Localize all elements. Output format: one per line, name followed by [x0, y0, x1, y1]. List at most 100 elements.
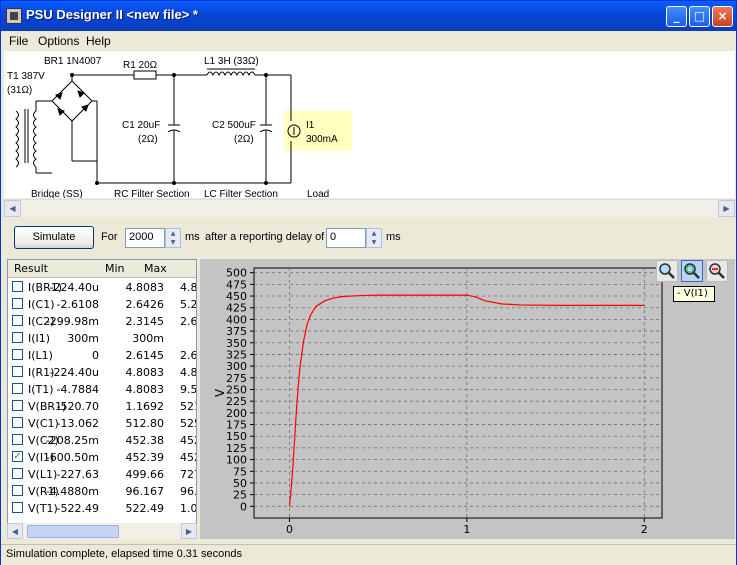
- result-checkbox[interactable]: ✓: [12, 451, 23, 462]
- title-bar[interactable]: PSU Designer II <new file> * _ □ ×: [1, 1, 736, 31]
- scroll-right-arrow[interactable]: ▶: [718, 200, 735, 217]
- scroll-thumb[interactable]: [27, 525, 119, 538]
- scroll-right-arrow[interactable]: ▶: [181, 523, 197, 539]
- result-max: 2.3145: [125, 315, 165, 328]
- app-icon[interactable]: [6, 8, 22, 24]
- result-min: -4.4880m: [45, 485, 99, 498]
- zoom-out-button[interactable]: [706, 260, 728, 282]
- schematic-view[interactable]: T1 387V (31Ω) BR1 1N4007 R1 20Ω L1 3H (3…: [4, 51, 735, 200]
- delay-spinner[interactable]: ▲ ▼: [366, 228, 382, 248]
- spin-up-icon[interactable]: ▲: [166, 229, 180, 238]
- result-row[interactable]: I(R1) -224.40u 4.8083 4.8: [8, 364, 196, 381]
- result-row[interactable]: V(L1)-227.63 499.66 727: [8, 466, 196, 483]
- scroll-left-arrow[interactable]: ◀: [4, 200, 21, 217]
- result-row[interactable]: I(C1) -2.6108 2.6426 5.2: [8, 296, 196, 313]
- duration-spinner[interactable]: ▲ ▼: [165, 228, 181, 248]
- result-row[interactable]: I(C2) -299.98m 2.3145 2.6: [8, 313, 196, 330]
- result-checkbox[interactable]: [12, 400, 23, 411]
- result-extra: 2.6: [180, 315, 197, 328]
- series-tooltip: - V(I1): [673, 286, 715, 302]
- result-checkbox[interactable]: [12, 298, 23, 309]
- menu-options[interactable]: Options: [38, 34, 79, 48]
- x-tick-label: 2: [641, 523, 648, 536]
- y-tick-label: 475: [226, 278, 247, 291]
- result-row[interactable]: V(BR1)-520.701.1692521: [8, 398, 196, 415]
- result-row[interactable]: I(I1) 300m 300m: [8, 330, 196, 347]
- result-max: 1.1692: [125, 400, 165, 413]
- capacitor-c2-symbol[interactable]: [259, 75, 273, 183]
- load-symbol[interactable]: [284, 75, 352, 183]
- resistor-symbol[interactable]: [72, 70, 207, 80]
- y-tick-label: 375: [226, 325, 247, 338]
- minimize-button[interactable]: _: [666, 6, 687, 27]
- result-max: 4.8083: [125, 366, 165, 379]
- result-row[interactable]: ✓V(I1)-600.50m452.39452: [8, 449, 196, 466]
- result-checkbox[interactable]: [12, 434, 23, 445]
- result-checkbox[interactable]: [12, 349, 23, 360]
- result-row[interactable]: V(R1) -4.4880m 96.167 96.: [8, 483, 196, 500]
- result-checkbox[interactable]: [12, 315, 23, 326]
- result-checkbox[interactable]: [12, 468, 23, 479]
- result-min: -227.63: [56, 468, 99, 481]
- duration-input[interactable]: 2000: [125, 228, 165, 248]
- y-tick-label: 300: [226, 360, 247, 373]
- result-checkbox[interactable]: [12, 281, 23, 292]
- c2-label: C2 500uF: [212, 120, 256, 131]
- result-checkbox[interactable]: [12, 502, 23, 513]
- result-extra: 1.04: [180, 502, 197, 515]
- result-min: -520.70: [56, 400, 99, 413]
- result-min: -299.98m: [45, 315, 99, 328]
- results-list[interactable]: Result Min Max I(BR1) -224.40u 4.8083 4.8 I(…: [7, 259, 197, 539]
- result-checkbox[interactable]: [12, 417, 23, 428]
- ms-label-1: ms: [185, 231, 200, 243]
- result-row[interactable]: V(C2)-208.25m452.38452: [8, 432, 196, 449]
- plot-area[interactable]: 0 25 50 75 100 125 150 175 200 225 250 275 300 325 350…: [200, 259, 735, 539]
- results-header: Result Min Max: [8, 260, 196, 278]
- header-result[interactable]: Result: [14, 262, 48, 275]
- y-tick-label: 100: [226, 454, 247, 467]
- inductor-symbol[interactable]: [206, 68, 291, 77]
- schematic-hscrollbar[interactable]: ◀ ▶: [4, 199, 735, 217]
- result-max: 522.49: [125, 502, 165, 515]
- result-row[interactable]: V(C1)-13.062 512.80 525: [8, 415, 196, 432]
- transformer-symbol[interactable]: [15, 100, 52, 174]
- menu-help[interactable]: Help: [86, 34, 111, 48]
- capacitor-c1-symbol[interactable]: [167, 75, 181, 183]
- result-min: -2.6108: [56, 298, 99, 311]
- bridge-rectifier-symbol[interactable]: [51, 75, 98, 162]
- result-extra: 452: [180, 434, 196, 447]
- ms-label-2: ms: [386, 231, 401, 243]
- result-max: 2.6426: [125, 298, 165, 311]
- spin-down-icon[interactable]: ▼: [166, 238, 180, 247]
- result-checkbox[interactable]: [12, 383, 23, 394]
- result-checkbox[interactable]: [12, 485, 23, 496]
- spin-up-icon[interactable]: ▲: [367, 229, 381, 238]
- close-button[interactable]: ×: [712, 6, 733, 27]
- result-row[interactable]: V(T1)-522.49 522.49 1.04: [8, 500, 196, 517]
- zoom-select-button[interactable]: [681, 260, 703, 282]
- result-row[interactable]: I(L1) 0 2.6145 2.6: [8, 347, 196, 364]
- menu-file[interactable]: File: [9, 34, 28, 48]
- result-checkbox[interactable]: [12, 366, 23, 377]
- delay-input[interactable]: 0: [326, 228, 366, 248]
- results-hscrollbar[interactable]: ◀ ▶: [7, 523, 197, 539]
- result-checkbox[interactable]: [12, 332, 23, 343]
- maximize-button[interactable]: □: [689, 6, 710, 27]
- header-max[interactable]: Max: [144, 262, 167, 275]
- result-max: 499.66: [125, 468, 165, 481]
- zoom-in-icon: [659, 263, 675, 279]
- result-name: I(I1): [28, 332, 51, 345]
- y-tick-label: 0: [240, 500, 247, 513]
- y-tick-label: 225: [226, 395, 247, 408]
- spin-down-icon[interactable]: ▼: [367, 238, 381, 247]
- result-row[interactable]: I(BR1) -224.40u 4.8083 4.8: [8, 279, 196, 296]
- x-tick-label: 1: [463, 523, 470, 536]
- header-min[interactable]: Min: [105, 262, 125, 275]
- scroll-left-arrow[interactable]: ◀: [7, 523, 23, 539]
- y-tick-label: 350: [226, 337, 247, 350]
- zoom-out-icon: [709, 263, 725, 279]
- zoom-in-button[interactable]: [656, 260, 678, 282]
- window-title: PSU Designer II <new file> *: [26, 7, 198, 22]
- simulate-button[interactable]: Simulate: [14, 226, 94, 249]
- result-row[interactable]: I(T1) -4.7884 4.8083 9.5: [8, 381, 196, 398]
